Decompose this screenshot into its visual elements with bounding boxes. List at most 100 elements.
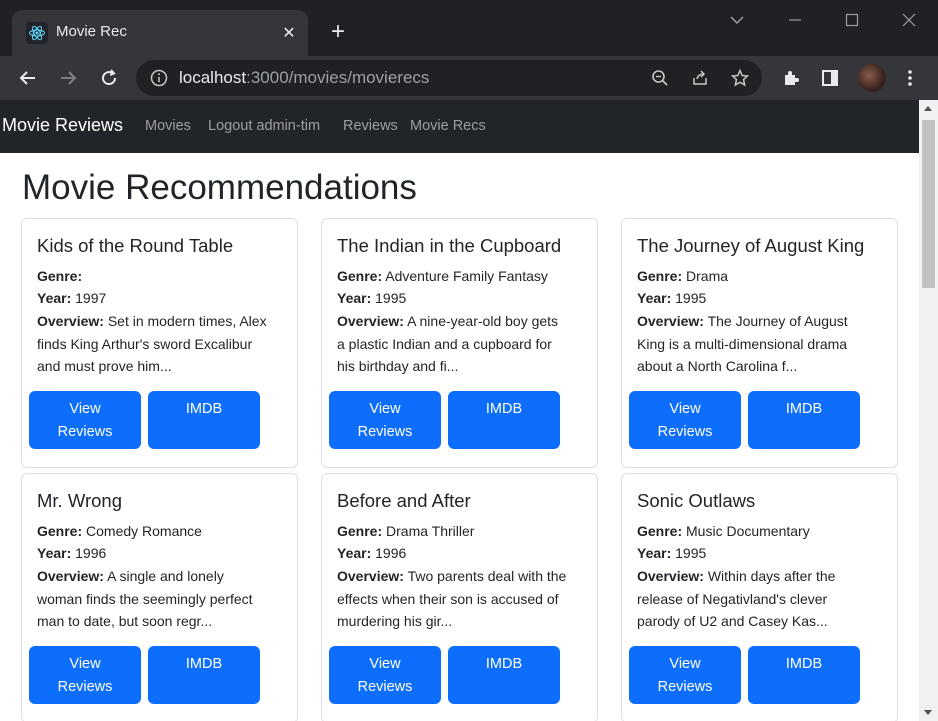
year-value: 1995 <box>675 545 707 561</box>
reload-icon[interactable] <box>94 63 124 93</box>
menu-icon[interactable] <box>898 66 922 90</box>
genre-value: Music Documentary <box>686 523 810 539</box>
movie-title: Kids of the Round Table <box>37 235 234 256</box>
year-label: Year: <box>637 545 672 561</box>
side-panel-icon[interactable] <box>818 66 842 90</box>
movie-card: Before and After Genre: Drama Thriller Yea… <box>321 473 598 721</box>
extensions-icon[interactable] <box>779 66 803 90</box>
year-value: 1995 <box>675 290 707 306</box>
movie-genre: Genre: <box>37 265 289 288</box>
overview-label: Overview: <box>37 313 104 329</box>
overview-line: parody of U2 and Casey Kas... <box>637 613 828 629</box>
movie-year: Year: 1996 <box>37 542 289 565</box>
year-label: Year: <box>337 545 372 561</box>
movie-card: Mr. Wrong Genre: Comedy Romance Year: 1996… <box>21 473 298 721</box>
close-window-icon[interactable] <box>894 8 924 32</box>
nav-link-logout[interactable]: Logout admin-tim <box>208 118 320 134</box>
view-reviews-button[interactable]: View Reviews <box>29 391 141 449</box>
movie-card: The Journey of August King Genre: Drama Ye… <box>621 218 898 468</box>
imdb-label: IMDB <box>185 656 223 672</box>
address-bar[interactable]: localhost:3000/movies/movierecs <box>136 60 762 96</box>
imdb-button[interactable]: IMDB <box>148 391 260 449</box>
overview-label: Overview: <box>337 568 404 584</box>
site-navbar: Movie Reviews Movies Logout admin-tim Re… <box>0 100 919 153</box>
view-reviews-label: Reviews <box>357 678 413 695</box>
nav-link-movie-recs[interactable]: Movie Recs <box>410 118 486 134</box>
close-tab-icon[interactable]: ✕ <box>278 21 300 43</box>
overview-label: Overview: <box>637 313 704 329</box>
genre-value: Adventure Family Fantasy <box>385 268 548 284</box>
scrollbar-thumb[interactable] <box>922 120 935 288</box>
nav-link-reviews[interactable]: Reviews <box>343 118 398 134</box>
overview-line: release of Negativland's clever <box>637 590 828 607</box>
movie-year: Year: 1997 <box>37 287 289 310</box>
scroll-up-icon[interactable] <box>924 106 932 111</box>
forward-icon[interactable] <box>53 63 83 93</box>
view-reviews-button[interactable]: View Reviews <box>29 646 141 704</box>
year-value: 1997 <box>75 290 107 306</box>
react-icon <box>26 22 48 44</box>
movie-overview: Overview: The Journey of August King is a… <box>637 310 889 378</box>
navbar-brand[interactable]: Movie Reviews <box>2 115 123 136</box>
view-reviews-label: View <box>369 401 401 417</box>
overview-line: Within days after the <box>707 568 836 584</box>
new-tab-button[interactable]: + <box>325 18 351 45</box>
imdb-button[interactable]: IMDB <box>448 391 560 449</box>
overview-label: Overview: <box>37 568 104 584</box>
overview-line: woman finds the seemingly perfect <box>37 590 253 607</box>
year-value: 1996 <box>375 545 407 561</box>
view-reviews-label: Reviews <box>657 423 713 440</box>
share-icon[interactable] <box>689 67 711 89</box>
movie-overview: Overview: A single and lonely woman finds… <box>37 565 289 633</box>
tab-title: Movie Rec <box>56 23 127 40</box>
movie-title: Sonic Outlaws <box>637 490 756 511</box>
genre-label: Genre: <box>37 523 83 539</box>
profile-avatar[interactable] <box>858 64 886 92</box>
bookmark-star-icon[interactable] <box>729 67 751 89</box>
nav-link-movies[interactable]: Movies <box>145 118 191 134</box>
scroll-down-icon[interactable] <box>924 710 932 715</box>
view-reviews-label: Reviews <box>57 423 113 440</box>
overview-line: King is a multi-dimensional drama <box>637 335 848 352</box>
year-label: Year: <box>37 545 72 561</box>
vertical-scrollbar[interactable] <box>919 100 938 721</box>
movie-card: The Indian in the Cupboard Genre: Adventu… <box>321 218 598 468</box>
overview-label: Overview: <box>337 313 404 329</box>
browser-tab[interactable]: Movie Rec ✕ <box>12 10 308 56</box>
imdb-button[interactable]: IMDB <box>748 391 860 449</box>
view-reviews-label: Reviews <box>357 423 413 440</box>
imdb-button[interactable]: IMDB <box>448 646 560 704</box>
view-reviews-label: View <box>669 401 701 417</box>
imdb-label: IMDB <box>485 656 523 672</box>
imdb-button[interactable]: IMDB <box>148 646 260 704</box>
tab-search-icon[interactable] <box>722 8 752 32</box>
year-label: Year: <box>337 290 372 306</box>
movie-overview: Overview: A nine-year-old boy gets a plas… <box>337 310 589 378</box>
year-label: Year: <box>637 290 672 306</box>
back-icon[interactable] <box>13 63 43 93</box>
tab-strip: Movie Rec ✕ + <box>0 0 938 56</box>
view-reviews-button[interactable]: View Reviews <box>629 391 741 449</box>
imdb-button[interactable]: IMDB <box>748 646 860 704</box>
movie-genre: Genre: Comedy Romance <box>37 520 289 543</box>
imdb-label: IMDB <box>785 656 823 672</box>
overview-line: A single and lonely <box>107 568 224 584</box>
movie-card: Sonic Outlaws Genre: Music Documentary Yea… <box>621 473 898 721</box>
url-text[interactable]: localhost:3000/movies/movierecs <box>179 68 429 88</box>
overview-line: and must prove him... <box>37 358 172 374</box>
browser-window: Movie Rec ✕ + localhost:3000/movies/movi… <box>0 0 938 721</box>
movie-year: Year: 1996 <box>337 542 589 565</box>
minimize-icon[interactable] <box>780 8 810 32</box>
view-reviews-label: Reviews <box>657 678 713 695</box>
view-reviews-button[interactable]: View Reviews <box>329 646 441 704</box>
view-reviews-button[interactable]: View Reviews <box>629 646 741 704</box>
maximize-icon[interactable] <box>837 8 867 32</box>
view-reviews-button[interactable]: View Reviews <box>329 391 441 449</box>
site-info-icon[interactable] <box>148 67 170 89</box>
zoom-icon[interactable] <box>649 67 671 89</box>
url-host: localhost <box>179 68 247 87</box>
overview-line: finds King Arthur's sword Excalibur <box>37 335 253 352</box>
overview-line: The Journey of August <box>707 313 848 329</box>
view-reviews-label: View <box>69 656 101 672</box>
movie-genre: Genre: Music Documentary <box>637 520 889 543</box>
